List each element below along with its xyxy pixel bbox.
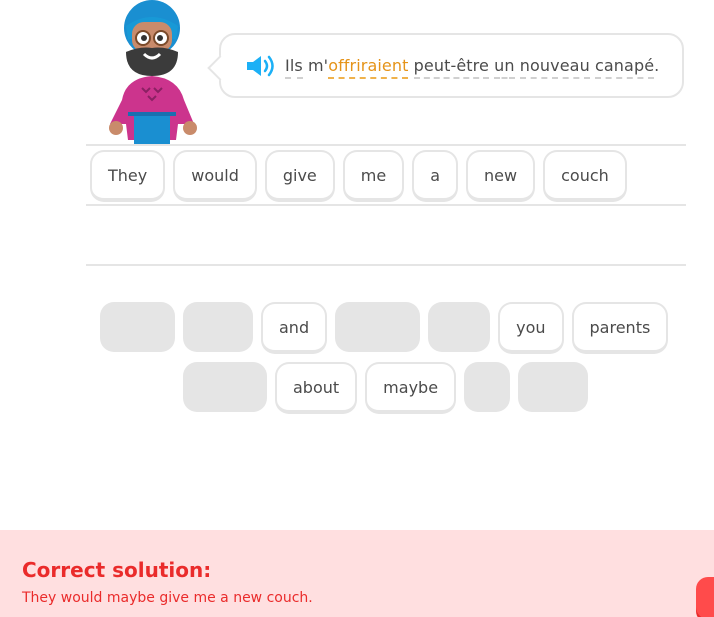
used-word-slot	[183, 362, 267, 412]
used-word-slot	[428, 302, 491, 352]
prompt-text	[515, 56, 520, 77]
word-bank-tile[interactable]: about	[275, 362, 358, 414]
hint-word[interactable]: offriraient	[328, 56, 409, 79]
hint-word[interactable]: canapé	[595, 56, 655, 79]
hint-word[interactable]: un	[494, 56, 515, 79]
prompt-text	[408, 56, 413, 77]
word-bank-row-1: and you parents	[100, 302, 669, 354]
used-word-slot	[100, 302, 175, 352]
feedback-title: Correct solution:	[22, 558, 212, 582]
answer-tile[interactable]: They	[90, 150, 166, 202]
answer-tile[interactable]: couch	[543, 150, 627, 202]
answer-line-bottom	[86, 264, 686, 266]
answer-line-top	[86, 144, 686, 146]
answer-tile[interactable]: me	[342, 150, 405, 202]
word-bank-tile[interactable]: and	[261, 302, 328, 354]
hint-word[interactable]: Ils	[285, 56, 303, 79]
word-bank-tile[interactable]: maybe	[365, 362, 457, 414]
used-word-slot	[335, 302, 421, 352]
prompt-bubble: Ils m'offriraient peut-être un nouveau c…	[219, 33, 684, 98]
used-word-slot	[183, 302, 253, 352]
answer-tile[interactable]: would	[173, 150, 257, 202]
answer-tile[interactable]: new	[466, 150, 536, 202]
continue-button[interactable]	[696, 577, 714, 617]
answer-tile[interactable]: a	[412, 150, 459, 202]
word-bank-row-2: about maybe	[183, 362, 589, 414]
feedback-footer: Correct solution: They would maybe give …	[0, 530, 714, 617]
prompt-text: m'	[302, 56, 329, 75]
word-bank-tile[interactable]: parents	[571, 302, 669, 354]
answer-area: They would give me a new couch	[90, 150, 627, 202]
answer-line-middle	[86, 204, 686, 206]
prompt-text: .	[654, 56, 660, 75]
hint-word[interactable]: peut-être	[413, 56, 489, 79]
character-avatar	[104, 0, 200, 146]
hint-word[interactable]: nouveau	[519, 56, 590, 79]
word-bank-tile[interactable]: you	[498, 302, 564, 354]
feedback-solution: They would maybe give me a new couch.	[22, 590, 313, 606]
speaker-icon[interactable]	[245, 54, 275, 78]
used-word-slot	[518, 362, 589, 412]
used-word-slot	[464, 362, 511, 412]
prompt-sentence: Ils m'offriraient peut-être un nouveau c…	[285, 56, 660, 79]
answer-tile[interactable]: give	[264, 150, 335, 202]
